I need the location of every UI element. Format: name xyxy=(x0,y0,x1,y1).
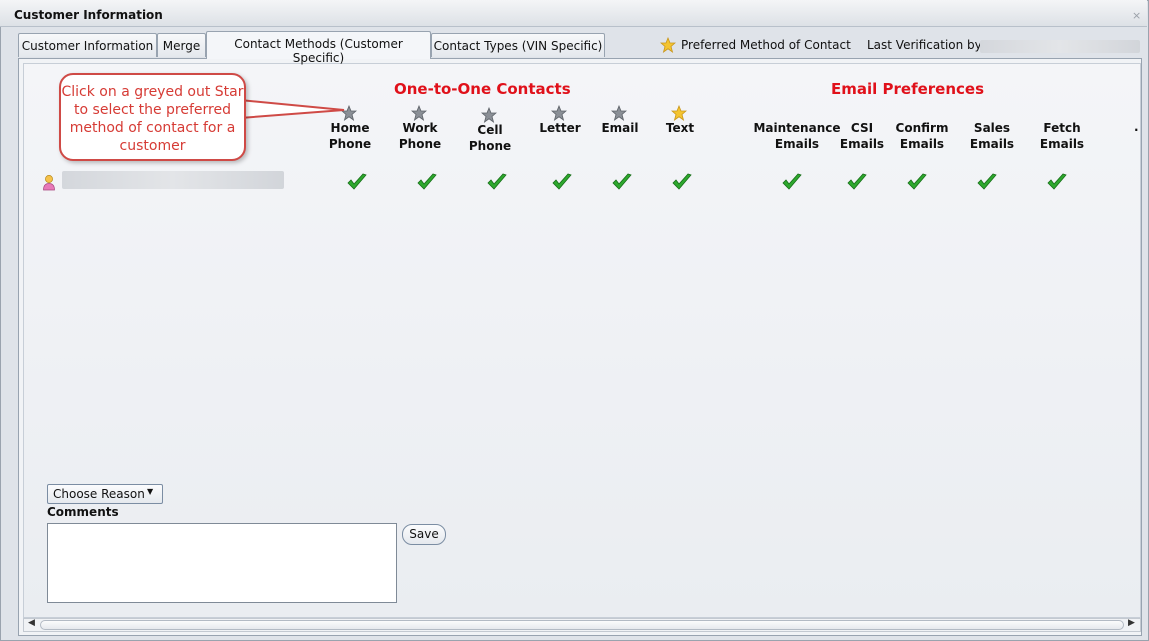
column-text: Text xyxy=(645,120,715,136)
email-preferences-heading: Email Preferences xyxy=(831,80,985,98)
column-confirm-emails: Confirm Emails xyxy=(887,120,957,152)
callout-pointer xyxy=(240,98,345,120)
confirm-emails-check-icon[interactable] xyxy=(906,172,928,192)
column-label: Emails xyxy=(839,137,885,151)
scroll-right-icon[interactable]: ▶ xyxy=(1128,618,1135,628)
one-to-one-contacts-heading: One-to-One Contacts xyxy=(394,80,571,98)
column-cell-phone: Cell Phone xyxy=(455,122,525,154)
column-label: CSI xyxy=(850,121,874,135)
csi-emails-check-icon[interactable] xyxy=(846,172,868,192)
preferred-method-legend: Preferred Method of Contact xyxy=(681,38,851,52)
sales-emails-check-icon[interactable] xyxy=(976,172,998,192)
comments-label: Comments xyxy=(47,505,119,519)
work-phone-check-icon[interactable] xyxy=(416,172,438,192)
column-label: Work xyxy=(402,121,438,135)
column-label: Fetch xyxy=(1043,121,1081,135)
last-verification: Last Verification by . xyxy=(867,38,990,52)
column-label: Emails xyxy=(969,137,1015,151)
column-label: Emails xyxy=(1039,137,1085,151)
chevron-down-icon: ▼ xyxy=(147,487,154,496)
column-label: Letter xyxy=(539,121,581,135)
scroll-left-icon[interactable]: ◀ xyxy=(28,618,35,628)
window-title: Customer Information xyxy=(14,8,163,22)
title-bar xyxy=(0,0,1147,27)
column-label: Emails xyxy=(899,137,945,151)
instruction-callout: Click on a greyed out Star to select the… xyxy=(59,73,246,161)
column-label: Email xyxy=(601,121,639,135)
maintenance-emails-check-icon[interactable] xyxy=(781,172,803,192)
text-check-icon[interactable] xyxy=(671,172,693,192)
comments-input[interactable] xyxy=(47,523,397,603)
redacted-customer-name xyxy=(62,171,284,189)
column-label: Confirm xyxy=(895,121,949,135)
column-overflow: . xyxy=(1134,120,1139,134)
home-phone-check-icon[interactable] xyxy=(346,172,368,192)
column-home-phone: Home Phone xyxy=(315,120,385,152)
email-star-icon[interactable] xyxy=(611,105,627,121)
column-label: Phone xyxy=(328,137,372,151)
column-label: Cell xyxy=(477,123,503,137)
save-button[interactable]: Save xyxy=(402,524,446,545)
cell-phone-check-icon[interactable] xyxy=(486,172,508,192)
tab-contact-methods[interactable]: Contact Methods (Customer Specific) xyxy=(206,31,431,65)
redacted-verifier xyxy=(980,40,1140,53)
column-label: Phone xyxy=(468,139,512,153)
scrollbar-thumb[interactable] xyxy=(40,620,1124,630)
column-work-phone: Work Phone xyxy=(385,120,455,152)
column-fetch-emails: Fetch Emails xyxy=(1027,120,1097,152)
tab-merge[interactable]: Merge xyxy=(157,33,206,57)
gold-star-icon xyxy=(660,37,676,53)
person-icon xyxy=(43,175,55,191)
horizontal-scrollbar[interactable]: ◀ ▶ xyxy=(23,618,1141,632)
email-check-icon[interactable] xyxy=(611,172,633,192)
work-phone-star-icon[interactable] xyxy=(411,105,427,121)
letter-check-icon[interactable] xyxy=(551,172,573,192)
column-label: Text xyxy=(665,121,695,135)
choose-reason-select[interactable]: Choose Reason ▼ xyxy=(47,484,163,504)
column-label: Phone xyxy=(398,137,442,151)
cell-phone-star-icon[interactable] xyxy=(481,107,497,123)
close-icon[interactable]: × xyxy=(1132,9,1141,22)
letter-star-icon[interactable] xyxy=(551,105,567,121)
tab-contact-types[interactable]: Contact Types (VIN Specific) xyxy=(431,33,605,57)
select-value: Choose Reason xyxy=(53,487,145,501)
fetch-emails-check-icon[interactable] xyxy=(1046,172,1068,192)
tab-customer-information[interactable]: Customer Information xyxy=(18,33,157,57)
column-label: Emails xyxy=(774,137,820,151)
column-sales-emails: Sales Emails xyxy=(957,120,1027,152)
column-label: Sales xyxy=(973,121,1011,135)
text-star-icon[interactable] xyxy=(671,105,687,121)
